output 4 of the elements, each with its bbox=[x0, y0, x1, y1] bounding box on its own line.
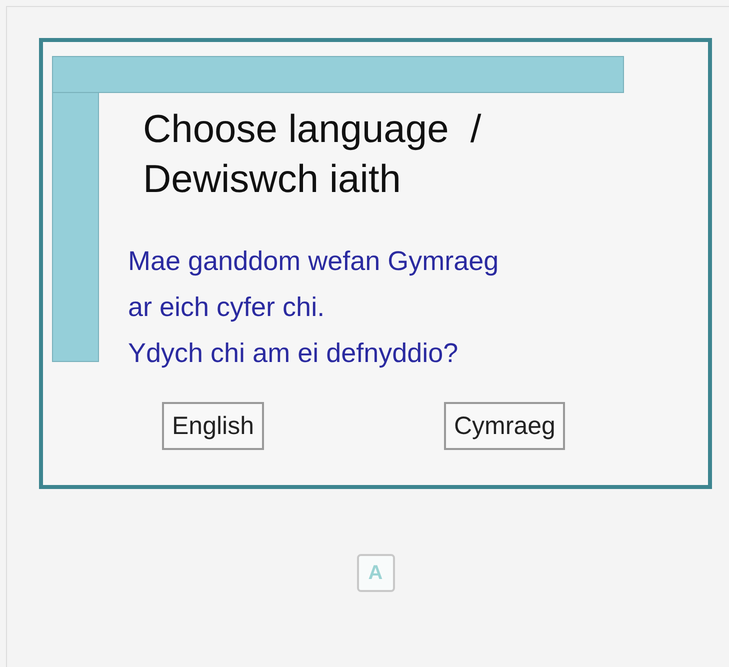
dialog-title: Choose language / Dewiswch iaith bbox=[143, 107, 482, 203]
message-text: Mae ganddom wefan Gymraeg ar eich cyfer chi. Ydych chi am ei defnyddio? bbox=[128, 245, 500, 370]
language-button[interactable]: Cymraeg bbox=[444, 402, 566, 450]
language-button[interactable]: English bbox=[162, 402, 264, 450]
